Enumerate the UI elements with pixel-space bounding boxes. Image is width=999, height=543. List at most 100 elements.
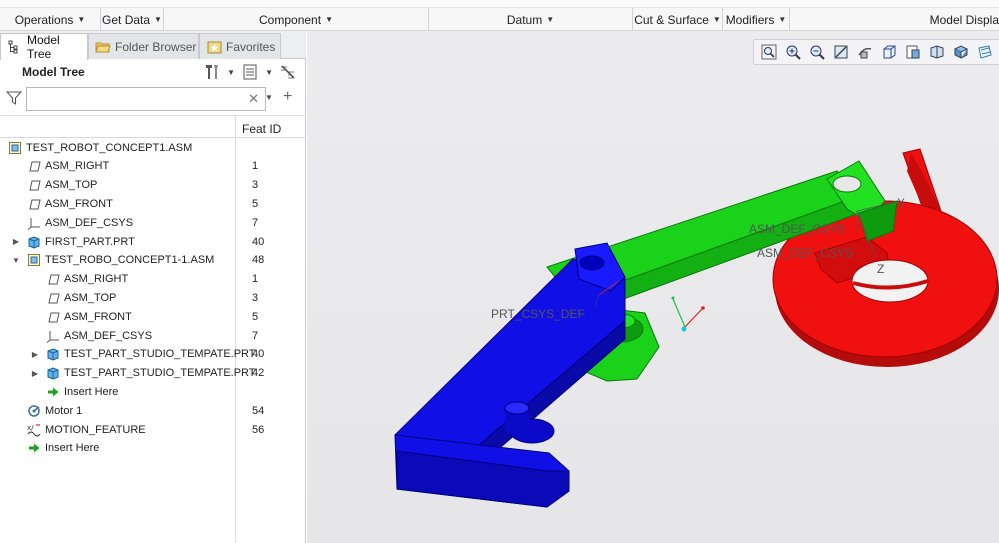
tree-row-label: ASM_FRONT (64, 310, 132, 323)
tree-row-feat-id: 42 (252, 367, 265, 380)
tree-row[interactable]: Insert Here (0, 382, 300, 401)
tab-favorites[interactable]: Favorites (199, 33, 281, 59)
tree-row-label: ASM_TOP (45, 179, 98, 192)
tree-row-feat-id: 56 (252, 423, 265, 436)
insert-arrow-icon (27, 441, 41, 455)
add-icon[interactable]: + (283, 88, 292, 106)
tree-row[interactable]: ASM_DEF_CSYS 7 (0, 326, 300, 345)
tree-row[interactable]: ASM_TOP 3 (0, 288, 300, 307)
graphics-viewport[interactable]: PRT_CSYS_DEF ASM_DEF_CSYS ASM_DEF_CSYS X… (307, 31, 999, 543)
tree-row[interactable]: Motor 1 54 (0, 401, 300, 420)
tree-row[interactable]: ASM_RIGHT 1 (0, 157, 300, 176)
tree-row-label: TEST_ROBO_CONCEPT1-1.ASM (45, 254, 215, 267)
tab-folder-browser[interactable]: Folder Browser (88, 33, 199, 59)
datum-plane-icon (46, 272, 60, 286)
tree-row-feat-id: 54 (252, 404, 265, 417)
tree-row[interactable]: ASM_TOP 3 (0, 176, 300, 195)
ribbon-group-modifiers[interactable]: Modifiers ▼ (723, 8, 790, 31)
tree-row[interactable]: TEST_ROBOT_CONCEPT1.ASM (0, 138, 300, 157)
chevron-down-icon[interactable]: ▼ (227, 68, 235, 77)
ribbon-group-operations[interactable]: Operations ▼ (0, 8, 101, 31)
visibility-filter-icon[interactable] (279, 63, 297, 81)
chevron-down-icon: ▼ (546, 15, 555, 24)
feat-id-column-header[interactable]: Feat ID (242, 122, 281, 136)
tree-row-label: Motor 1 (45, 404, 83, 417)
chevron-down-icon: ▼ (77, 15, 86, 24)
tree-row[interactable]: ▶ TEST_PART_STUDIO_TEMPATE.PRT 40 (0, 345, 300, 364)
zoom-in-icon[interactable] (782, 41, 804, 63)
datum-display-icon[interactable] (974, 41, 996, 63)
ribbon-group-datum[interactable]: Datum ▼ (429, 8, 633, 31)
tree-search-input[interactable] (31, 89, 241, 109)
datum-plane-icon (27, 178, 41, 192)
csys-x-label: X (897, 196, 905, 210)
tree-row[interactable]: x/MOTION_FEATURE 56 (0, 420, 300, 439)
ribbon-group-label: Cut & Surface (634, 12, 709, 27)
tree-row-label: ASM_DEF_CSYS (45, 216, 134, 229)
tree-row-feat-id: 40 (252, 348, 265, 361)
chevron-down-icon: ▼ (154, 15, 162, 24)
ribbon-group-label: Component (259, 12, 322, 27)
tree-settings-icon[interactable] (203, 63, 221, 81)
tree-row-label: ASM_TOP (64, 291, 117, 304)
filter-icon[interactable] (5, 90, 23, 109)
tab-label: Model Tree (27, 33, 60, 61)
tree-row[interactable]: ASM_RIGHT 1 (0, 270, 300, 289)
tree-search-row: ✕ ▼ + (4, 86, 304, 112)
chevron-right-icon[interactable]: ▶ (30, 350, 40, 359)
chevron-down-icon[interactable]: ▼ (265, 68, 273, 77)
reorient-icon[interactable] (854, 41, 876, 63)
tab-model-tree[interactable]: Model Tree (0, 33, 88, 61)
tree-row-feat-id: 48 (252, 254, 265, 267)
ribbon-group-model-display[interactable]: Model Displa (790, 8, 999, 31)
ribbon-group-component[interactable]: Component ▼ (164, 8, 429, 31)
close-icon[interactable]: ✕ (248, 91, 259, 107)
ribbon-group-label: Modifiers (725, 12, 775, 27)
show-options-icon[interactable] (241, 63, 259, 81)
zoom-refit-icon[interactable] (758, 41, 780, 63)
tree-row[interactable]: ▼ TEST_ROBO_CONCEPT1-1.ASM 48 (0, 251, 300, 270)
tree-row-label: Insert Here (45, 442, 100, 455)
tree-row-feat-id: 40 (252, 235, 265, 248)
saved-views-icon[interactable] (878, 41, 900, 63)
perspective-icon[interactable] (926, 41, 948, 63)
tree-row-feat-id: 1 (252, 160, 259, 173)
blue-arm[interactable] (394, 242, 626, 508)
chevron-down-icon[interactable]: ▼ (265, 93, 273, 102)
ribbon-group-label: Model Displa (929, 12, 999, 27)
view-manager-icon[interactable] (950, 41, 972, 63)
model-canvas[interactable]: PRT_CSYS_DEF ASM_DEF_CSYS ASM_DEF_CSYS X… (307, 31, 999, 543)
ribbon-group-cut-surface[interactable]: Cut & Surface ▼ (633, 8, 723, 31)
panel-title: Model Tree (22, 65, 85, 79)
motion-feature-icon: x/ (27, 423, 41, 437)
tab-label: Folder Browser (115, 39, 197, 54)
insert-arrow-icon (46, 385, 60, 399)
tree-row-label: TEST_PART_STUDIO_TEMPATE.PRT (64, 367, 256, 380)
tree-row-label: ASM_FRONT (45, 197, 113, 210)
ribbon-group-label: Datum (506, 12, 543, 27)
tree-row[interactable]: ASM_FRONT 5 (0, 307, 300, 326)
ribbon-group-get-data[interactable]: Get Data ▼ (101, 8, 164, 31)
tree-row-feat-id: 5 (252, 310, 259, 323)
folder-icon (95, 39, 111, 55)
tab-label: Favorites (226, 39, 276, 54)
tree-row[interactable]: ASM_DEF_CSYS 7 (0, 213, 300, 232)
part-icon (27, 235, 41, 249)
motor-icon (27, 404, 41, 418)
ribbon-bar: Operations ▼ Get Data ▼ Component ▼ Datum ▼ … (0, 0, 999, 31)
datum-plane-icon (46, 310, 60, 324)
tree-row-feat-id: 5 (252, 197, 259, 210)
chevron-down-icon[interactable]: ▼ (11, 256, 21, 265)
datum-plane-icon (46, 291, 60, 305)
tree-row[interactable]: ASM_FRONT 5 (0, 194, 300, 213)
chevron-right-icon[interactable]: ▶ (11, 237, 21, 246)
display-style-icon[interactable] (902, 41, 924, 63)
tree-row-label: ASM_RIGHT (64, 273, 129, 286)
tree-row[interactable]: ▶ TEST_PART_STUDIO_TEMPATE.PRT 42 (0, 364, 300, 383)
tree-row[interactable]: Insert Here (0, 439, 300, 458)
chevron-right-icon[interactable]: ▶ (30, 369, 40, 378)
zoom-out-icon[interactable] (806, 41, 828, 63)
asm-csys-label: ASM_DEF_CSYS (749, 222, 845, 236)
tree-row[interactable]: ▶ FIRST_PART.PRT 40 (0, 232, 300, 251)
repaint-icon[interactable] (830, 41, 852, 63)
